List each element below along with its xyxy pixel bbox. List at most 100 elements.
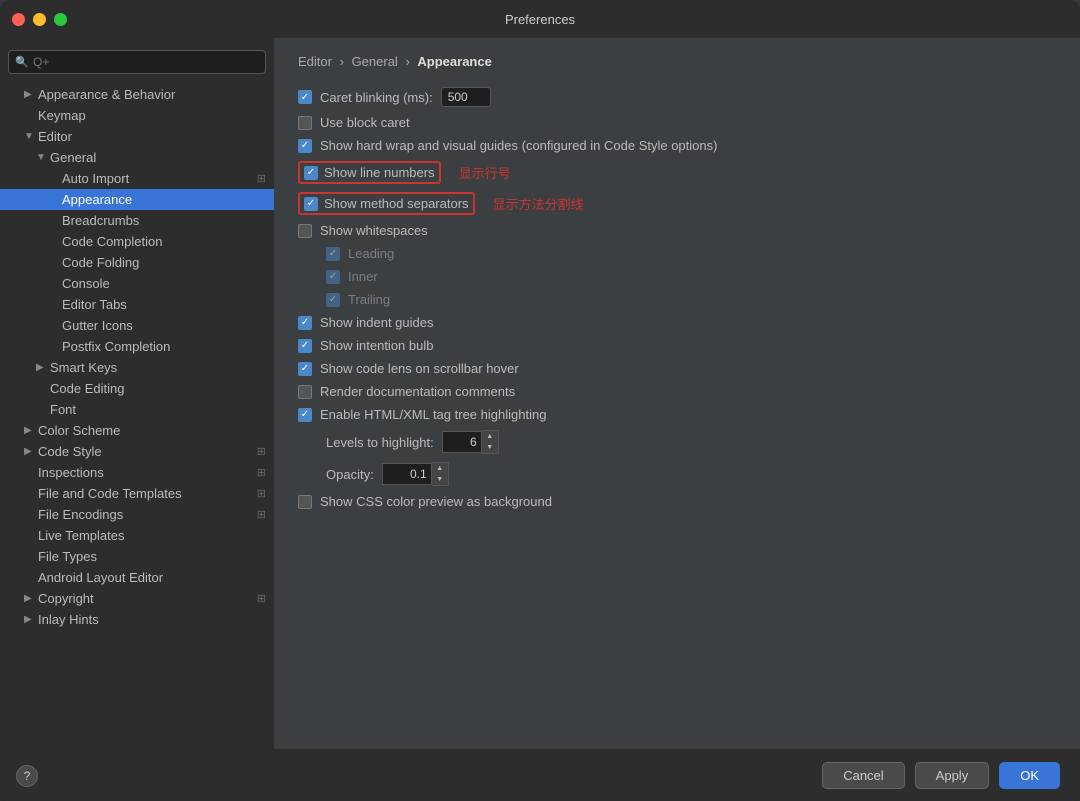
sidebar-item-editor-tabs[interactable]: Editor Tabs — [0, 294, 274, 315]
spacer-icon — [24, 509, 34, 520]
checkbox-html-xml[interactable] — [298, 408, 312, 422]
sidebar: 🔍 ▶ Appearance & Behavior Keymap ▼ Edito… — [0, 38, 274, 749]
label-html-xml: Enable HTML/XML tag tree highlighting — [320, 407, 546, 422]
spacer-icon — [48, 236, 58, 247]
checkbox-show-whitespaces[interactable] — [298, 224, 312, 238]
sidebar-item-gutter-icons[interactable]: Gutter Icons — [0, 315, 274, 336]
spinner-up-levels[interactable]: ▲ — [482, 431, 498, 442]
highlight-method-separators: Show method separators — [298, 192, 475, 215]
spacer-icon — [48, 215, 58, 226]
sidebar-item-editor[interactable]: ▼ Editor — [0, 126, 274, 147]
sidebar-item-file-types[interactable]: File Types — [0, 546, 274, 567]
search-input[interactable] — [8, 50, 266, 74]
sidebar-item-code-editing[interactable]: Code Editing — [0, 378, 274, 399]
option-caret-blinking: Caret blinking (ms): — [298, 87, 1056, 107]
checkbox-leading[interactable] — [326, 247, 340, 261]
checkbox-render-docs[interactable] — [298, 385, 312, 399]
preferences-window: Preferences 🔍 ▶ Appearance & Behavior Ke… — [0, 0, 1080, 801]
sidebar-item-auto-import[interactable]: Auto Import ⊞ — [0, 168, 274, 189]
sidebar-item-keymap[interactable]: Keymap — [0, 105, 274, 126]
copy-icon: ⊞ — [257, 487, 266, 500]
search-box[interactable]: 🔍 — [8, 50, 266, 74]
sidebar-item-label: File and Code Templates — [38, 486, 253, 501]
chevron-right-icon: ▶ — [24, 593, 34, 604]
sidebar-item-label: Live Templates — [38, 528, 266, 543]
spacer-icon — [24, 572, 34, 583]
sidebar-item-console[interactable]: Console — [0, 273, 274, 294]
sidebar-item-code-style[interactable]: ▶ Code Style ⊞ — [0, 441, 274, 462]
help-button[interactable]: ? — [16, 765, 38, 787]
checkbox-css-color-preview[interactable] — [298, 495, 312, 509]
breadcrumb-separator: › — [405, 54, 409, 69]
spinner-down-levels[interactable]: ▼ — [482, 442, 498, 453]
sidebar-item-appearance[interactable]: Appearance — [0, 189, 274, 210]
label-caret-blinking: Caret blinking (ms): — [320, 90, 433, 105]
sidebar-item-label: Editor Tabs — [62, 297, 266, 312]
sidebar-item-file-encodings[interactable]: File Encodings ⊞ — [0, 504, 274, 525]
sidebar-item-inspections[interactable]: Inspections ⊞ — [0, 462, 274, 483]
spinner-up-opacity[interactable]: ▲ — [432, 463, 448, 474]
close-button[interactable] — [12, 13, 25, 26]
breadcrumb-part: General — [352, 54, 398, 69]
option-trailing: Trailing — [326, 292, 1056, 307]
sidebar-item-label: Breadcrumbs — [62, 213, 266, 228]
checkbox-trailing[interactable] — [326, 293, 340, 307]
sidebar-item-color-scheme[interactable]: ▶ Color Scheme — [0, 420, 274, 441]
sidebar-item-font[interactable]: Font — [0, 399, 274, 420]
sidebar-item-copyright[interactable]: ▶ Copyright ⊞ — [0, 588, 274, 609]
checkbox-hard-wrap[interactable] — [298, 139, 312, 153]
sidebar-item-smart-keys[interactable]: ▶ Smart Keys — [0, 357, 274, 378]
cancel-button[interactable]: Cancel — [822, 762, 904, 789]
sidebar-item-file-code-templates[interactable]: File and Code Templates ⊞ — [0, 483, 274, 504]
option-inner: Inner — [326, 269, 1056, 284]
sidebar-item-live-templates[interactable]: Live Templates — [0, 525, 274, 546]
chevron-right-icon: ▶ — [24, 446, 34, 457]
label-render-docs: Render documentation comments — [320, 384, 515, 399]
sidebar-item-postfix-completion[interactable]: Postfix Completion — [0, 336, 274, 357]
ok-button[interactable]: OK — [999, 762, 1060, 789]
sidebar-item-label: Appearance — [62, 192, 266, 207]
label-leading: Leading — [348, 246, 394, 261]
spinner-opacity[interactable]: ▲ ▼ — [382, 462, 449, 486]
sidebar-item-general[interactable]: ▼ General — [0, 147, 274, 168]
input-levels-highlight[interactable] — [442, 431, 482, 453]
label-opacity: Opacity: — [326, 467, 374, 482]
sidebar-item-code-folding[interactable]: Code Folding — [0, 252, 274, 273]
spacer-icon — [24, 488, 34, 499]
checkbox-code-lens[interactable] — [298, 362, 312, 376]
maximize-button[interactable] — [54, 13, 67, 26]
input-opacity[interactable] — [382, 463, 432, 485]
spinner-down-opacity[interactable]: ▼ — [432, 474, 448, 485]
sidebar-item-android-layout-editor[interactable]: Android Layout Editor — [0, 567, 274, 588]
checkbox-intention-bulb[interactable] — [298, 339, 312, 353]
search-icon: 🔍 — [15, 56, 29, 69]
label-line-numbers: Show line numbers — [324, 165, 435, 180]
sidebar-item-label: Postfix Completion — [62, 339, 266, 354]
sidebar-item-inlay-hints[interactable]: ▶ Inlay Hints — [0, 609, 274, 630]
annotation-method-separators: 显示方法分割线 — [493, 194, 584, 213]
option-html-xml: Enable HTML/XML tag tree highlighting — [298, 407, 1056, 422]
checkbox-line-numbers[interactable] — [304, 166, 318, 180]
apply-button[interactable]: Apply — [915, 762, 990, 789]
checkbox-caret-blinking[interactable] — [298, 90, 312, 104]
sidebar-item-appearance-behavior[interactable]: ▶ Appearance & Behavior — [0, 84, 274, 105]
sidebar-item-breadcrumbs[interactable]: Breadcrumbs — [0, 210, 274, 231]
input-caret-blinking[interactable] — [441, 87, 491, 107]
checkbox-method-separators[interactable] — [304, 197, 318, 211]
copy-icon: ⊞ — [257, 445, 266, 458]
option-indent-guides: Show indent guides — [298, 315, 1056, 330]
checkbox-inner[interactable] — [326, 270, 340, 284]
checkbox-block-caret[interactable] — [298, 116, 312, 130]
label-trailing: Trailing — [348, 292, 390, 307]
minimize-button[interactable] — [33, 13, 46, 26]
option-hard-wrap: Show hard wrap and visual guides (config… — [298, 138, 1056, 153]
chevron-right-icon: ▶ — [36, 362, 46, 373]
sidebar-item-label: Inspections — [38, 465, 253, 480]
sidebar-item-code-completion[interactable]: Code Completion — [0, 231, 274, 252]
copy-icon: ⊞ — [257, 592, 266, 605]
label-hard-wrap: Show hard wrap and visual guides (config… — [320, 138, 717, 153]
checkbox-indent-guides[interactable] — [298, 316, 312, 330]
spacer-icon — [48, 257, 58, 268]
spinner-levels-highlight[interactable]: ▲ ▼ — [442, 430, 499, 454]
main-panel: Editor › General › Appearance Caret blin… — [274, 38, 1080, 749]
